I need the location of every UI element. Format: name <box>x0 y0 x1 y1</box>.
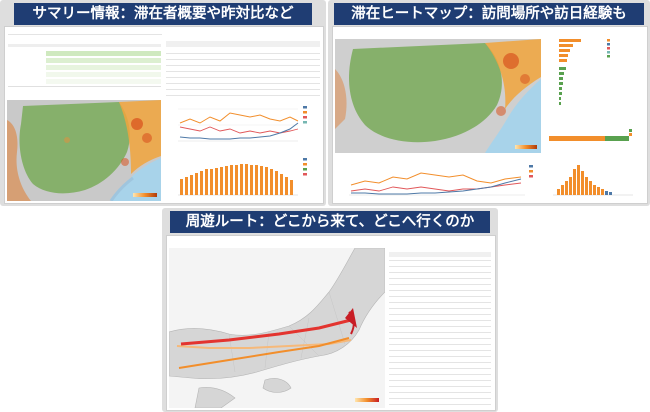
heatmap-panel: 滞在ヒートマップ：訪問場所や訪日経験も <box>328 0 650 206</box>
list-item <box>389 344 491 345</box>
list-item <box>389 380 491 381</box>
list-item <box>389 308 491 309</box>
list-item <box>389 302 491 303</box>
experience-bar-segment <box>549 136 605 141</box>
map-legend <box>133 193 157 197</box>
list-item <box>389 356 491 357</box>
summary-bar-chart-graphic <box>166 153 320 201</box>
summary-bar-chart <box>166 153 320 201</box>
visit-place-bar-chart <box>547 31 643 115</box>
summary-table-row <box>46 51 161 56</box>
list-item <box>389 266 491 267</box>
list-item <box>389 320 491 321</box>
summary-line-chart-graphic <box>166 101 320 147</box>
route-map[interactable] <box>169 248 385 408</box>
list-item <box>389 314 491 315</box>
heatmap-line-chart <box>335 159 541 201</box>
table-header <box>166 41 320 47</box>
visit-experience-bar <box>547 127 643 147</box>
list-item <box>389 326 491 327</box>
summary-table-row <box>46 58 161 63</box>
stay-duration-histogram <box>547 155 643 201</box>
summary-dashboard <box>4 26 324 204</box>
list-item <box>389 278 491 279</box>
table-row <box>166 59 320 60</box>
table-row <box>166 71 320 72</box>
route-map-graphic <box>169 248 385 408</box>
list-item <box>389 290 491 291</box>
list-item <box>389 338 491 339</box>
table-row <box>166 77 320 78</box>
list-item <box>389 296 491 297</box>
table-row <box>166 83 320 84</box>
list-item <box>389 350 491 351</box>
stay-histogram-graphic <box>553 165 633 196</box>
summary-line-chart <box>166 101 320 147</box>
list-item <box>389 284 491 285</box>
table-row <box>166 95 320 96</box>
summary-table-row <box>8 44 161 47</box>
list-item <box>389 362 491 363</box>
experience-bar-segment <box>605 136 629 141</box>
summary-map-graphic <box>7 100 161 201</box>
table-row <box>166 65 320 66</box>
summary-table <box>8 41 161 91</box>
table-row <box>166 89 320 90</box>
list-item <box>389 404 491 405</box>
list-item <box>389 260 491 261</box>
route-list <box>389 240 491 408</box>
summary-panel: サマリー情報：滞在者概要や昨対比など <box>0 0 326 206</box>
experience-legend-swatch <box>629 129 632 132</box>
summary-table-row <box>46 65 161 70</box>
list-item <box>389 398 491 399</box>
heatmap-panel-title: 滞在ヒートマップ：訪問場所や訪日経験も <box>334 3 644 25</box>
list-item <box>389 374 491 375</box>
map-legend <box>515 145 537 149</box>
heatmap-dashboard <box>332 26 648 204</box>
route-list-header <box>389 252 491 257</box>
ranking-table <box>166 41 320 97</box>
table-row <box>166 53 320 54</box>
heatmap-map-graphic <box>335 39 541 153</box>
summary-table-row <box>8 86 161 87</box>
route-map-legend <box>355 398 379 402</box>
experience-legend-swatch <box>629 133 632 136</box>
summary-table-row <box>46 72 161 77</box>
summary-map[interactable] <box>7 100 161 201</box>
heatmap-map[interactable] <box>335 39 541 153</box>
list-item <box>389 386 491 387</box>
list-item <box>389 332 491 333</box>
summary-table-row <box>46 79 161 84</box>
route-panel: 周遊ルート：どこから来て、どこへ行くのか <box>162 208 498 412</box>
header-rule <box>8 34 162 35</box>
route-panel-title: 周遊ルート：どこから来て、どこへ行くのか <box>170 211 490 233</box>
list-item <box>389 272 491 273</box>
route-dashboard <box>166 235 496 411</box>
summary-panel-title: サマリー情報：滞在者概要や昨対比など <box>14 3 312 25</box>
list-item <box>389 392 491 393</box>
heatmap-line-graphic <box>349 165 533 196</box>
visit-place-bar-graphic <box>559 39 610 105</box>
list-item <box>389 368 491 369</box>
